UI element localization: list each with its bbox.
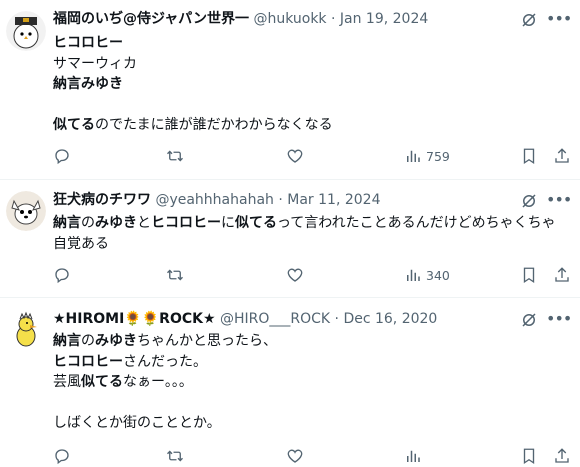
share-icon [555, 267, 569, 282]
views-button[interactable]: 340 [404, 264, 450, 286]
views-button[interactable]: 759 [404, 145, 450, 167]
tweet-2[interactable]: 狂犬病のチワワ @yeahhhahahah · Mar 11, 2024 •••… [0, 180, 580, 298]
bold-keyword: ヒコロヒー [53, 353, 123, 370]
tweet-3[interactable]: ★HIROMI🌻🌻ROCK★ @HIRO___ROCK · Dec 16, 20… [0, 298, 580, 465]
tweet-text: 納言のみゆきとヒコロヒーに似てるって言われたことあるんだけどめちゃくちゃ自覚ある [53, 213, 568, 254]
grok-icon[interactable] [520, 311, 538, 329]
tweet-text: ヒコロヒー サマーウィカ 納言みゆき 似てるのでたまに誰が誰だかわからなくなる [53, 33, 568, 136]
grok-icon[interactable] [520, 11, 538, 29]
bookmark-button[interactable] [520, 445, 538, 467]
avatar[interactable] [6, 191, 46, 231]
view-count: 340 [426, 267, 450, 283]
action-bar: 340 [53, 264, 580, 286]
like-button[interactable] [286, 445, 304, 467]
reply-icon [55, 449, 69, 465]
like-button[interactable] [286, 145, 304, 167]
like-button[interactable] [286, 264, 304, 286]
like-icon [287, 149, 303, 163]
bookmark-icon [523, 148, 535, 165]
bookmark-icon [523, 267, 535, 284]
reply-icon [55, 268, 69, 284]
reply-button[interactable] [53, 264, 71, 286]
retweet-icon [167, 150, 183, 162]
timestamp[interactable]: Mar 11, 2024 [287, 192, 380, 208]
bold-keyword: みゆき [95, 333, 137, 349]
handle[interactable]: @hukuokk [253, 11, 326, 27]
more-icon[interactable]: ••• [546, 10, 572, 30]
avatar[interactable] [6, 11, 46, 51]
share-button[interactable] [553, 264, 571, 286]
retweet-button[interactable] [166, 445, 184, 467]
bold-keyword: 似てる [81, 374, 123, 390]
tweet-1[interactable]: 福岡のいぢ@侍ジャパン世界一 @hukuokk · Jan 19, 2024 •… [0, 0, 580, 180]
share-button[interactable] [553, 145, 571, 167]
bold-keyword: ヒコロヒー [53, 35, 123, 51]
share-icon [555, 148, 569, 163]
display-name[interactable]: 狂犬病のチワワ [53, 192, 151, 208]
views-button[interactable] [404, 445, 422, 467]
bold-keyword: 納言みゆき [53, 76, 123, 92]
views-icon [407, 269, 420, 281]
views-icon [407, 150, 420, 162]
text-segment: の [81, 215, 95, 231]
display-name[interactable]: 福岡のいぢ@侍ジャパン世界一 [53, 11, 249, 27]
bookmark-button[interactable] [520, 145, 538, 167]
bold-keyword: ヒコロヒー [151, 215, 221, 231]
text-segment: のでたまに誰が誰だかわからなくなる [95, 117, 333, 133]
separator-dot: · [278, 192, 283, 208]
bold-keyword: 納言 [53, 215, 81, 231]
text-segment: ちゃんかと思ったら、 [137, 333, 277, 349]
text-segment: の [81, 333, 95, 349]
text-segment: サマーウィカ [53, 55, 137, 72]
bold-keyword: 似てる [53, 117, 95, 133]
handle[interactable]: @HIRO___ROCK [220, 311, 330, 327]
bookmark-button[interactable] [520, 264, 538, 286]
reply-icon [55, 149, 69, 165]
retweet-icon [167, 450, 183, 462]
more-icon[interactable]: ••• [546, 191, 572, 211]
share-button[interactable] [553, 445, 571, 467]
timestamp[interactable]: Dec 16, 2020 [343, 311, 437, 327]
like-icon [287, 268, 303, 282]
display-name[interactable]: ★HIROMI🌻🌻ROCK★ [53, 311, 216, 327]
share-icon [555, 448, 569, 463]
bold-keyword: 似てる [235, 215, 277, 231]
retweet-icon [167, 269, 183, 281]
separator-dot: · [330, 11, 336, 27]
reply-button[interactable] [53, 445, 71, 467]
reply-button[interactable] [53, 145, 71, 167]
retweet-button[interactable] [166, 145, 184, 167]
bold-keyword: 納言 [53, 333, 81, 349]
handle[interactable]: @yeahhhahahah [155, 192, 273, 208]
avatar[interactable] [6, 310, 46, 350]
grok-icon[interactable] [520, 192, 538, 210]
separator-dot: · [334, 311, 339, 327]
tweet-text: 納言のみゆきちゃんかと思ったら、 ヒコロヒーさんだった。 芸風似てるなぁー。。。… [53, 331, 568, 434]
like-icon [287, 449, 303, 463]
action-bar: 759 [53, 145, 580, 167]
text-segment: に [221, 215, 235, 231]
retweet-button[interactable] [166, 264, 184, 286]
bookmark-icon [523, 448, 535, 465]
more-icon[interactable]: ••• [546, 310, 572, 330]
bold-keyword: みゆき [95, 215, 137, 231]
views-icon [407, 450, 420, 462]
action-bar [53, 445, 580, 467]
timestamp[interactable]: Jan 19, 2024 [340, 11, 428, 27]
view-count: 759 [426, 148, 450, 164]
text-segment: と [137, 215, 151, 231]
